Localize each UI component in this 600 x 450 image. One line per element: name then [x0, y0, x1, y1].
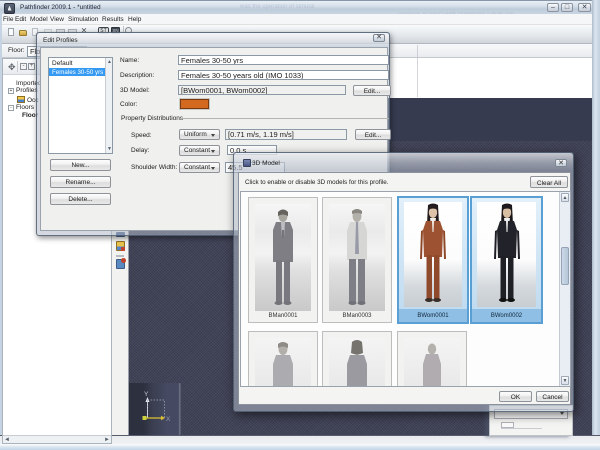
svg-text:X: X — [166, 416, 171, 423]
svg-text:Y: Y — [144, 391, 149, 398]
